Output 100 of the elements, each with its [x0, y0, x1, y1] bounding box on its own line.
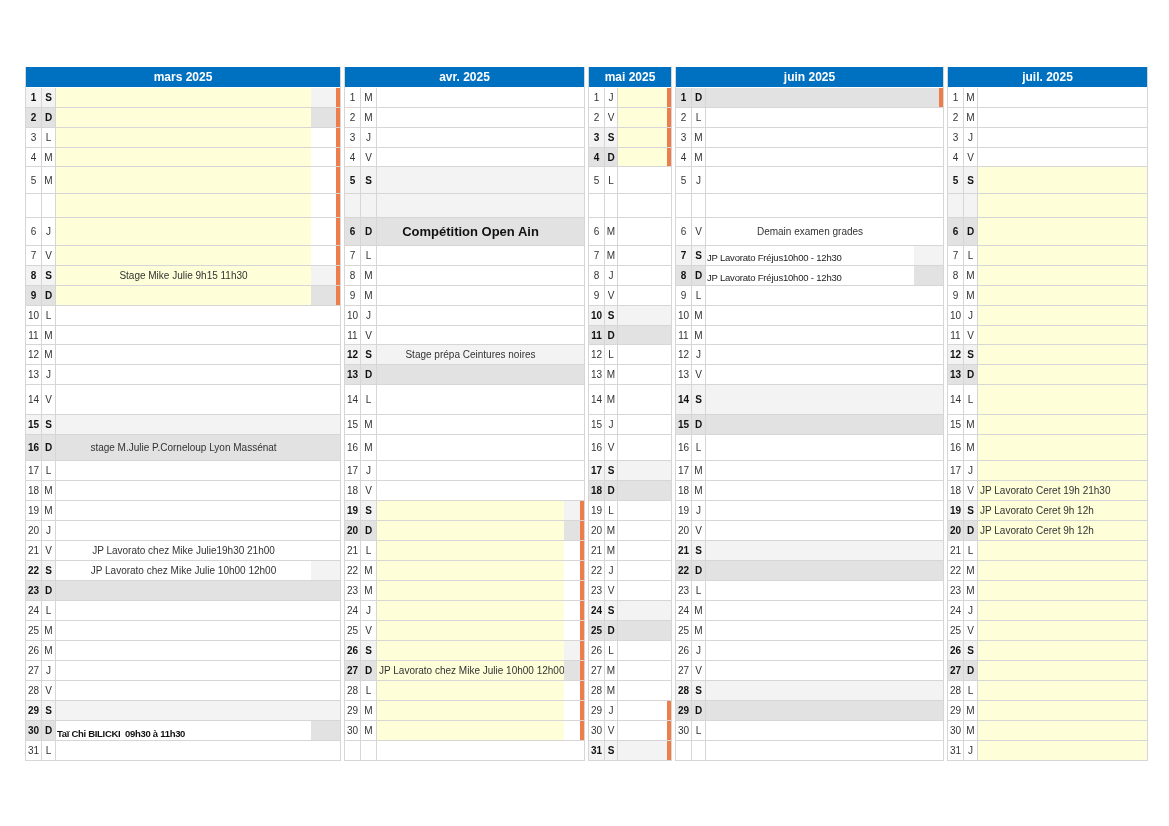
- table-cell: [311, 721, 336, 741]
- weekday-letter: M: [692, 128, 706, 148]
- table-cell: [914, 266, 939, 286]
- weekday-letter: M: [692, 326, 706, 345]
- day-number: 29: [26, 701, 42, 721]
- day-number: 3: [589, 128, 605, 148]
- day-number: 17: [26, 461, 42, 481]
- day-number: 21: [589, 541, 605, 561]
- day-number: 28: [676, 681, 692, 701]
- weekday-letter: M: [605, 541, 618, 561]
- weekday-letter: D: [692, 88, 706, 108]
- day-number: 30: [676, 721, 692, 741]
- weekday-letter: M: [42, 621, 56, 641]
- table-cell: [311, 266, 336, 286]
- day-number: 17: [589, 461, 605, 481]
- weekday-letter: S: [605, 461, 618, 481]
- table-cell: [311, 286, 336, 306]
- day-number: 18: [676, 481, 692, 501]
- table-cell: [311, 561, 336, 581]
- weekday-letter: S: [692, 541, 706, 561]
- day-number: 24: [948, 601, 964, 621]
- day-number: 25: [948, 621, 964, 641]
- day-number: 27: [676, 661, 692, 681]
- day-number: 21: [345, 541, 361, 561]
- day-number: 12: [26, 345, 42, 365]
- day-number: 26: [948, 641, 964, 661]
- day-number: 19: [26, 501, 42, 521]
- day-number: 7: [26, 246, 42, 266]
- day-number: 29: [676, 701, 692, 721]
- day-number: 19: [589, 501, 605, 521]
- day-number: 25: [676, 621, 692, 641]
- weekday-letter: S: [361, 501, 377, 521]
- day-number: 31: [26, 741, 42, 761]
- weekday-letter: D: [964, 365, 978, 385]
- day-number: 26: [589, 641, 605, 661]
- table-cell: [605, 194, 618, 218]
- day-number: 20: [589, 521, 605, 541]
- weekday-letter: D: [361, 521, 377, 541]
- weekday-letter: M: [964, 721, 978, 741]
- weekday-letter: M: [964, 286, 978, 306]
- day-number: 26: [345, 641, 361, 661]
- weekday-letter: V: [964, 326, 978, 345]
- weekday-letter: S: [605, 128, 618, 148]
- day-number: 24: [26, 601, 42, 621]
- day-number: 8: [26, 266, 42, 286]
- weekday-letter: V: [692, 661, 706, 681]
- day-number: 28: [948, 681, 964, 701]
- weekday-letter: J: [692, 641, 706, 661]
- weekday-letter: V: [605, 581, 618, 601]
- day-number: 1: [345, 88, 361, 108]
- weekday-letter: M: [361, 721, 377, 741]
- weekday-letter: V: [692, 365, 706, 385]
- weekday-letter: M: [964, 561, 978, 581]
- day-number: 22: [948, 561, 964, 581]
- weekday-letter: S: [361, 641, 377, 661]
- weekday-letter: M: [605, 681, 618, 701]
- day-number: 3: [948, 128, 964, 148]
- weekday-letter: M: [605, 385, 618, 415]
- weekday-letter: L: [605, 167, 618, 194]
- table-cell: [311, 88, 336, 108]
- table-cell: [311, 108, 336, 128]
- day-number: 5: [676, 167, 692, 194]
- weekday-letter: M: [361, 108, 377, 128]
- day-number: 25: [345, 621, 361, 641]
- day-number: 10: [26, 306, 42, 326]
- day-number: 6: [948, 218, 964, 246]
- day-number: 13: [26, 365, 42, 385]
- table-cell: [361, 741, 377, 761]
- day-number: 6: [589, 218, 605, 246]
- weekday-letter: V: [361, 326, 377, 345]
- weekday-letter: J: [361, 306, 377, 326]
- day-number: 2: [948, 108, 964, 128]
- day-number: 11: [26, 326, 42, 345]
- weekday-letter: M: [42, 326, 56, 345]
- day-number: 14: [676, 385, 692, 415]
- day-number: 16: [26, 435, 42, 461]
- weekday-letter: M: [692, 621, 706, 641]
- weekday-letter: D: [42, 581, 56, 601]
- day-number: 7: [676, 246, 692, 266]
- day-number: 16: [589, 435, 605, 461]
- weekday-letter: S: [361, 167, 377, 194]
- weekday-letter: J: [605, 701, 618, 721]
- table-cell: [692, 741, 706, 761]
- weekday-letter: S: [361, 345, 377, 365]
- weekday-letter: V: [692, 218, 706, 246]
- day-number: 4: [345, 148, 361, 167]
- weekday-letter: M: [42, 345, 56, 365]
- weekday-letter: M: [692, 461, 706, 481]
- day-number: 12: [345, 345, 361, 365]
- day-number: 8: [948, 266, 964, 286]
- day-number: 15: [26, 415, 42, 435]
- month-header: mai 2025: [589, 67, 671, 88]
- weekday-letter: M: [964, 266, 978, 286]
- day-number: 8: [345, 266, 361, 286]
- weekday-letter: V: [964, 621, 978, 641]
- weekday-letter: M: [964, 415, 978, 435]
- month-header: juin 2025: [676, 67, 943, 88]
- event-cell: Stage prépa Ceintures noires: [377, 345, 564, 365]
- weekday-letter: V: [361, 481, 377, 501]
- day-number: 22: [589, 561, 605, 581]
